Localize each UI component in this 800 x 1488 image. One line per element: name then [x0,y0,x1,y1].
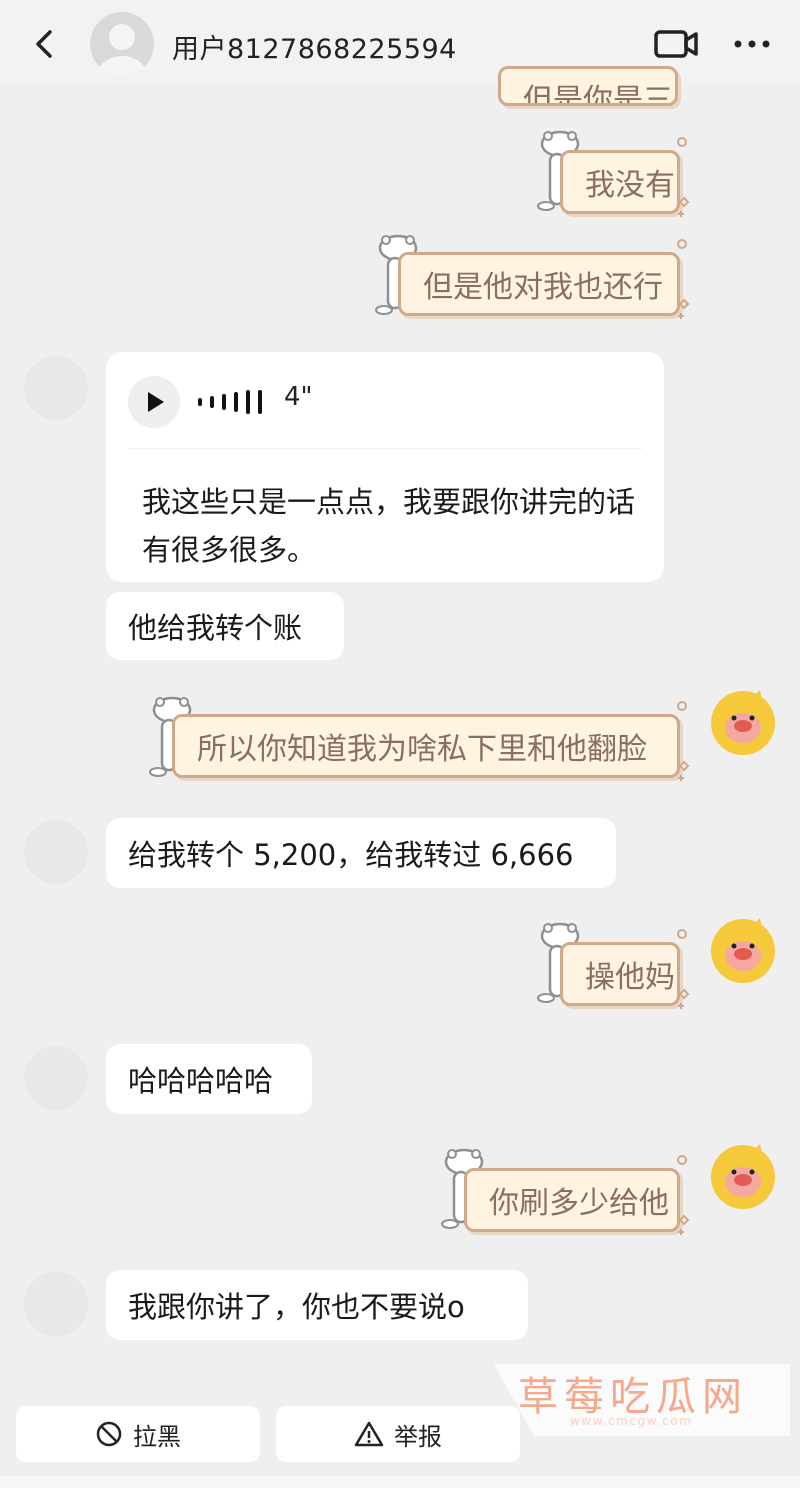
sparkle-icon [677,239,690,319]
incoming-message[interactable]: 我跟你讲了，你也不要说o [106,1270,528,1340]
outgoing-sticker-message[interactable]: 所以你知道我为啥私下里和他翻脸 [172,714,680,778]
video-call-button[interactable] [652,24,700,64]
outgoing-sticker-message[interactable]: 你刷多少给他 [464,1168,680,1232]
more-options-button[interactable] [728,24,776,64]
input-bar-edge [0,1476,800,1488]
watermark: 草莓吃瓜网 www.cmcgw.com [494,1360,794,1440]
outgoing-sticker-message[interactable]: 操他妈 [560,942,680,1006]
warning-icon [354,1421,384,1447]
contact-avatar-placeholder [24,1046,88,1110]
voice-duration: 4" [284,382,313,412]
audio-waveform-icon [198,390,262,414]
incoming-message[interactable]: 哈哈哈哈哈 [106,1044,312,1114]
duck-avatar-icon[interactable] [710,918,776,984]
outgoing-sticker-message[interactable]: 我没有 [560,150,680,214]
contact-name: 用户8127868225594 [172,34,457,65]
more-dots-icon [734,40,770,48]
video-camera-icon [654,30,698,58]
message-text: 你刷多少给他 [489,1186,669,1221]
contact-avatar-placeholder [24,356,88,420]
duck-avatar-icon[interactable] [710,1144,776,1210]
sparkle-icon [677,137,690,217]
contact-avatar[interactable] [90,12,154,76]
report-label: 举报 [394,1422,442,1451]
block-button[interactable]: 拉黑 [16,1406,260,1462]
chat-header: 用户8127868225594 [0,0,800,86]
divider [128,448,642,449]
message-text: 所以你知道我为啥私下里和他翻脸 [197,732,647,767]
sparkle-icon [677,701,690,781]
back-button[interactable] [26,24,66,64]
default-user-icon [98,24,146,76]
outgoing-sticker-message[interactable]: 但是你是三 [498,66,678,106]
message-text: 他给我转个账 [128,611,303,645]
play-icon [148,392,164,412]
voice-transcript: 我这些只是一点点，我要跟你讲完的话有很多很多。 [142,485,636,567]
block-label: 拉黑 [133,1422,181,1451]
message-text: 给我转个 5,200，给我转过 6,666 [128,838,574,872]
message-text: 操他妈 [585,960,675,995]
chevron-left-icon [36,30,52,58]
contact-avatar-placeholder [24,820,88,884]
sparkle-icon [677,1155,690,1235]
message-text: 但是他对我也还行 [423,270,663,305]
outgoing-sticker-message[interactable]: 但是他对我也还行 [398,252,680,316]
report-button[interactable]: 举报 [276,1406,520,1462]
block-icon [96,1421,122,1447]
play-button[interactable] [128,376,180,428]
message-text: 但是你是三 [523,83,673,106]
duck-avatar-icon[interactable] [710,690,776,756]
message-text: 哈哈哈哈哈 [128,1064,274,1098]
message-text: 我跟你讲了，你也不要说o [128,1290,465,1324]
watermark-url: www.cmcgw.com [570,1414,693,1428]
voice-message[interactable]: 4" 我这些只是一点点，我要跟你讲完的话有很多很多。 [106,352,664,582]
incoming-message[interactable]: 他给我转个账 [106,592,344,660]
incoming-message[interactable]: 给我转个 5,200，给我转过 6,666 [106,818,616,888]
sparkle-icon [677,929,690,1009]
contact-avatar-placeholder [24,1272,88,1336]
message-text: 我没有 [585,168,675,203]
